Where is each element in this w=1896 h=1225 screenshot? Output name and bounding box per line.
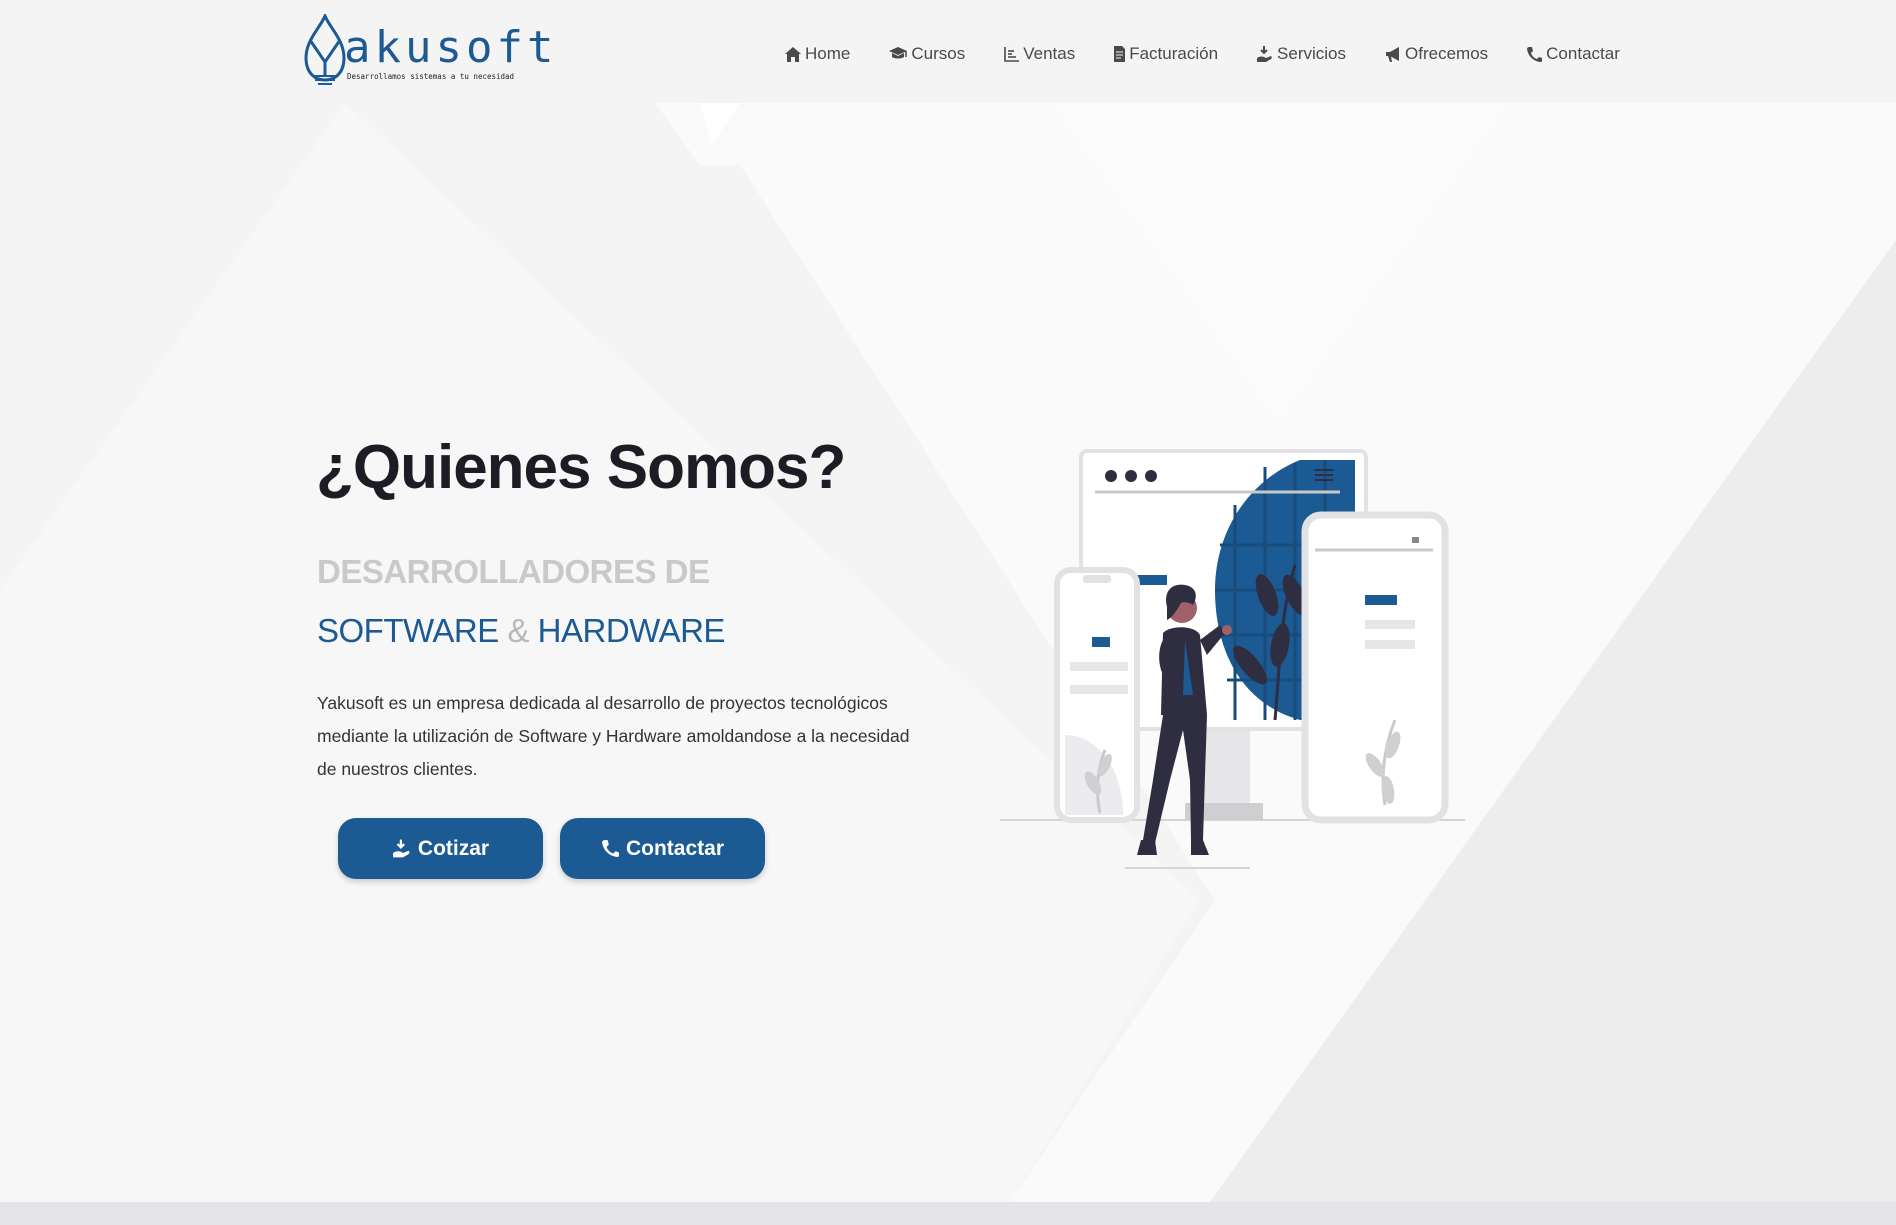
subtitle-ampersand: & — [507, 612, 529, 649]
graduation-cap-icon — [889, 47, 908, 59]
bottom-strip — [0, 1202, 1896, 1225]
phone-icon — [1527, 46, 1543, 62]
chart-icon — [1004, 47, 1020, 62]
nav-label: Contactar — [1546, 44, 1620, 63]
main-nav: Home Cursos Ventas Facturación Servicios… — [784, 44, 1658, 64]
hero-description: Yakusoft es un empresa dedicada al desar… — [317, 693, 910, 779]
contactar-label: Contactar — [625, 836, 725, 860]
nav-label: Facturación — [1129, 44, 1219, 63]
nav-item-contactar[interactable]: Contactar — [1526, 44, 1620, 64]
invoice-icon — [1114, 46, 1126, 62]
hand-holding-icon — [1257, 46, 1272, 62]
logo-tagline: Desarrollamos sistemas a tu necesidad — [347, 72, 515, 81]
background-shapes — [0, 0, 1896, 1225]
nav-item-cursos[interactable]: Cursos — [888, 44, 965, 64]
logo-wordmark: akusoft — [344, 22, 558, 73]
subtitle-hardware: HARDWARE — [537, 612, 726, 649]
nav-item-ventas[interactable]: Ventas — [1003, 44, 1075, 64]
logo[interactable]: akusoft Desarrollamos sistemas a tu nece… — [300, 14, 553, 88]
home-icon — [785, 46, 801, 62]
logo-mark — [304, 14, 346, 85]
nav-label: Cursos — [911, 44, 966, 63]
nav-label: Ventas — [1023, 44, 1076, 63]
cotizar-label: Cotizar — [417, 836, 490, 860]
nav-label: Home — [805, 44, 851, 63]
subtitle-software: SOFTWARE — [317, 612, 499, 649]
cotizar-button[interactable]: Cotizar — [338, 818, 543, 879]
navbar: akusoft Desarrollamos sistemas a tu nece… — [0, 0, 1896, 103]
hand-holding-icon — [393, 839, 410, 858]
subtitle-line-2: SOFTWARE & HARDWARE — [317, 612, 725, 650]
nav-label: Ofrecemos — [1405, 44, 1489, 63]
nav-label: Servicios — [1277, 44, 1347, 63]
megaphone-icon — [1386, 46, 1400, 62]
nav-item-servicios[interactable]: Servicios — [1256, 44, 1346, 64]
hero-illustration — [1000, 449, 1465, 869]
nav-item-ofrecemos[interactable]: Ofrecemos — [1384, 44, 1488, 64]
contactar-button[interactable]: Contactar — [560, 818, 765, 879]
phone-icon — [602, 840, 619, 857]
page-title: ¿Quienes Somos? — [316, 433, 846, 502]
nav-item-facturacion[interactable]: Facturación — [1113, 44, 1218, 64]
subtitle-line-1: DESARROLLADORES DE — [317, 553, 710, 590]
nav-item-home[interactable]: Home — [784, 44, 850, 64]
